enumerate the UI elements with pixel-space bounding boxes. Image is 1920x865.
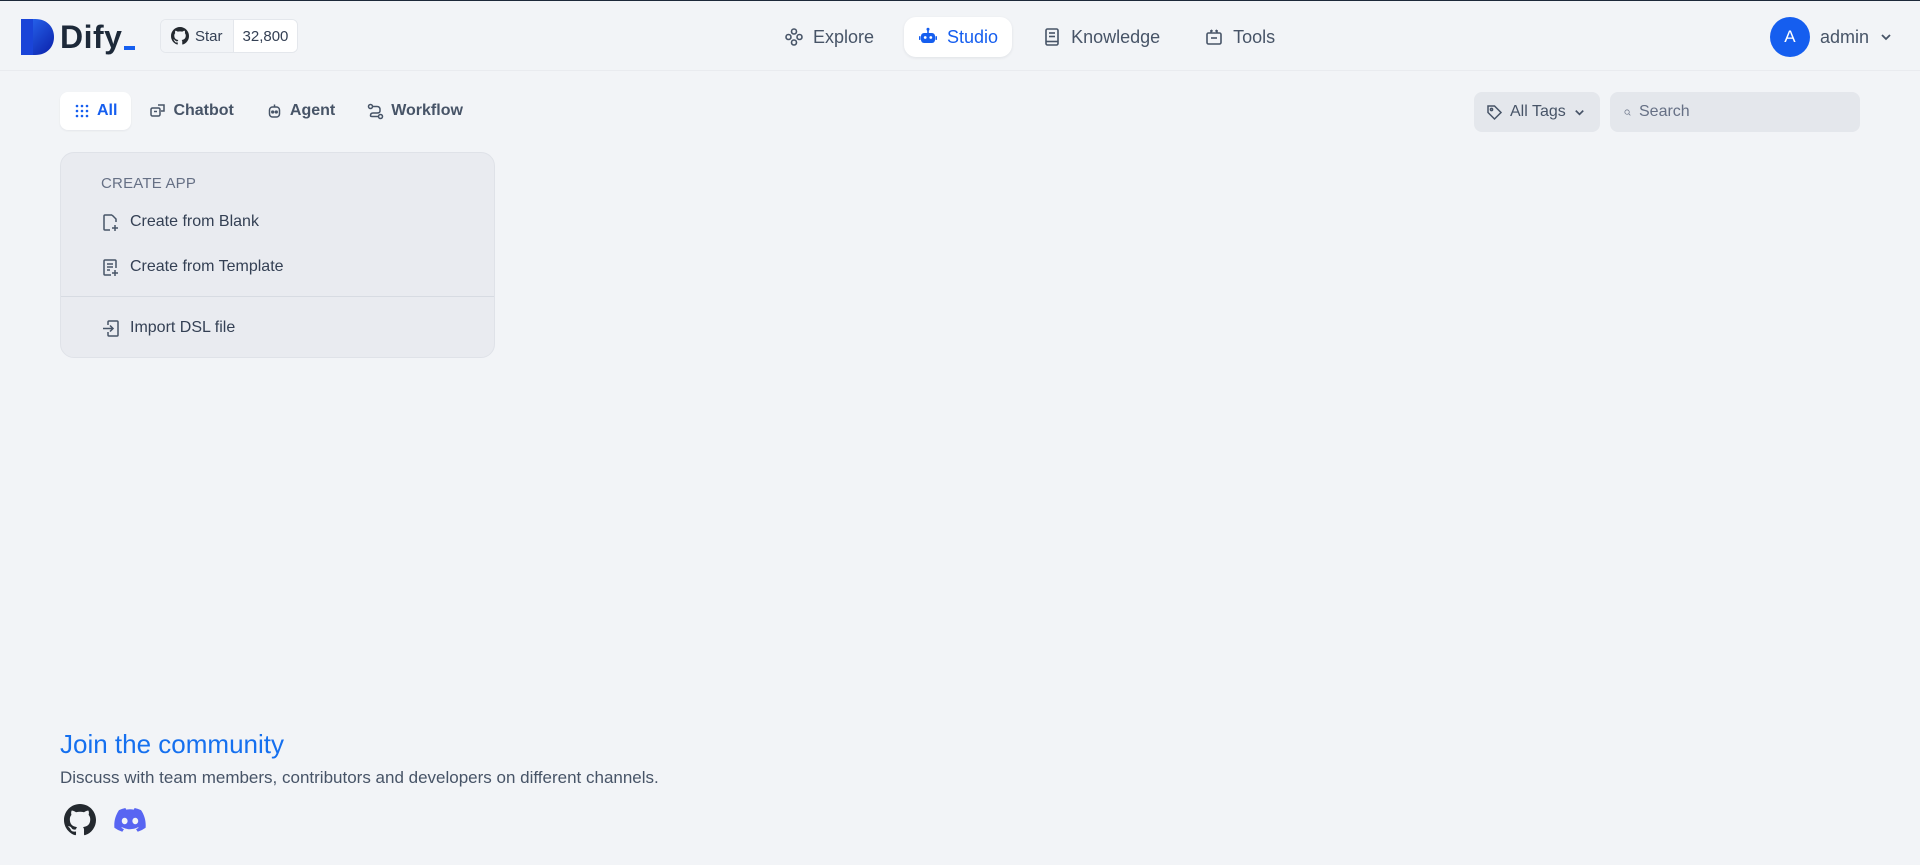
tab-chatbot[interactable]: Chatbot [135,92,247,130]
nav-knowledge-label: Knowledge [1071,26,1161,47]
file-plus-icon [103,213,118,231]
create-app-card: CREATE APP Create from Blank Create from… [60,152,495,358]
tags-filter-button[interactable]: All Tags [1474,92,1600,132]
search-input[interactable] [1639,103,1846,121]
chevron-down-icon [1574,109,1584,116]
nav-tools[interactable]: Tools [1190,17,1289,57]
card-divider [61,296,494,297]
star-count: 32,800 [242,27,289,45]
tab-agent-label: Agent [289,102,336,119]
tag-icon [1487,104,1503,120]
grid-icon [75,104,89,118]
logo-cursor [124,46,136,50]
nav-studio[interactable]: Studio [904,17,1013,57]
github-icon [171,27,189,45]
github-icon[interactable] [64,804,96,836]
github-star-button[interactable]: Star 32,800 [160,19,299,53]
community-description: Discuss with team members, contributors … [60,768,659,787]
create-app-title: CREATE APP [101,175,197,192]
discord-icon[interactable] [114,807,146,833]
nav-knowledge[interactable]: Knowledge [1028,17,1174,57]
create-from-blank-label: Create from Blank [130,213,259,230]
chatbot-icon [150,103,166,117]
robot-icon [919,27,938,43]
tab-workflow[interactable]: Workflow [353,92,477,130]
agent-icon [268,104,281,118]
nav-studio-label: Studio [947,26,999,47]
create-from-blank-button[interactable]: Create from Blank [101,208,259,236]
logo-text: Dify [60,19,123,55]
book-icon [1045,28,1059,46]
nav-explore-label: Explore [813,26,875,47]
tab-chatbot-label: Chatbot [173,102,234,119]
dify-logo-mark-icon [21,19,54,55]
star-label: Star [195,27,223,45]
nav-explore[interactable]: Explore [770,17,888,57]
import-dsl-button[interactable]: Import DSL file [101,314,235,342]
tab-all-label: All [97,102,118,119]
tab-workflow-label: Workflow [391,102,463,119]
import-icon [103,319,119,337]
main-nav: Explore Studio Knowledge Tools [770,17,1305,57]
app-type-tabs: All Chatbot Agent Workflow [60,92,477,130]
chevron-down-icon [1881,34,1891,41]
tags-filter-label: All Tags [1510,103,1566,120]
toolbox-icon [1206,29,1222,45]
community-links [64,804,659,836]
create-from-template-label: Create from Template [130,258,284,275]
search-icon [1624,109,1631,116]
template-icon [103,258,118,276]
dify-logo[interactable]: Dify [21,19,136,55]
tab-all[interactable]: All [60,92,132,130]
nav-tools-label: Tools [1233,26,1276,47]
avatar: A [1769,17,1810,57]
workflow-icon [367,103,384,119]
create-from-template-button[interactable]: Create from Template [101,253,284,281]
tab-agent[interactable]: Agent [252,92,349,130]
account-name: admin [1819,26,1869,47]
community-title: Join the community [60,729,284,759]
community-section: Join the community Discuss with team mem… [60,729,659,836]
import-dsl-label: Import DSL file [130,319,236,336]
top-header: Dify Star 32,800 Explore Studio Knowledg… [0,1,1920,71]
explore-icon [785,28,803,46]
account-menu[interactable]: A admin [1769,17,1893,57]
search-box [1610,92,1860,132]
